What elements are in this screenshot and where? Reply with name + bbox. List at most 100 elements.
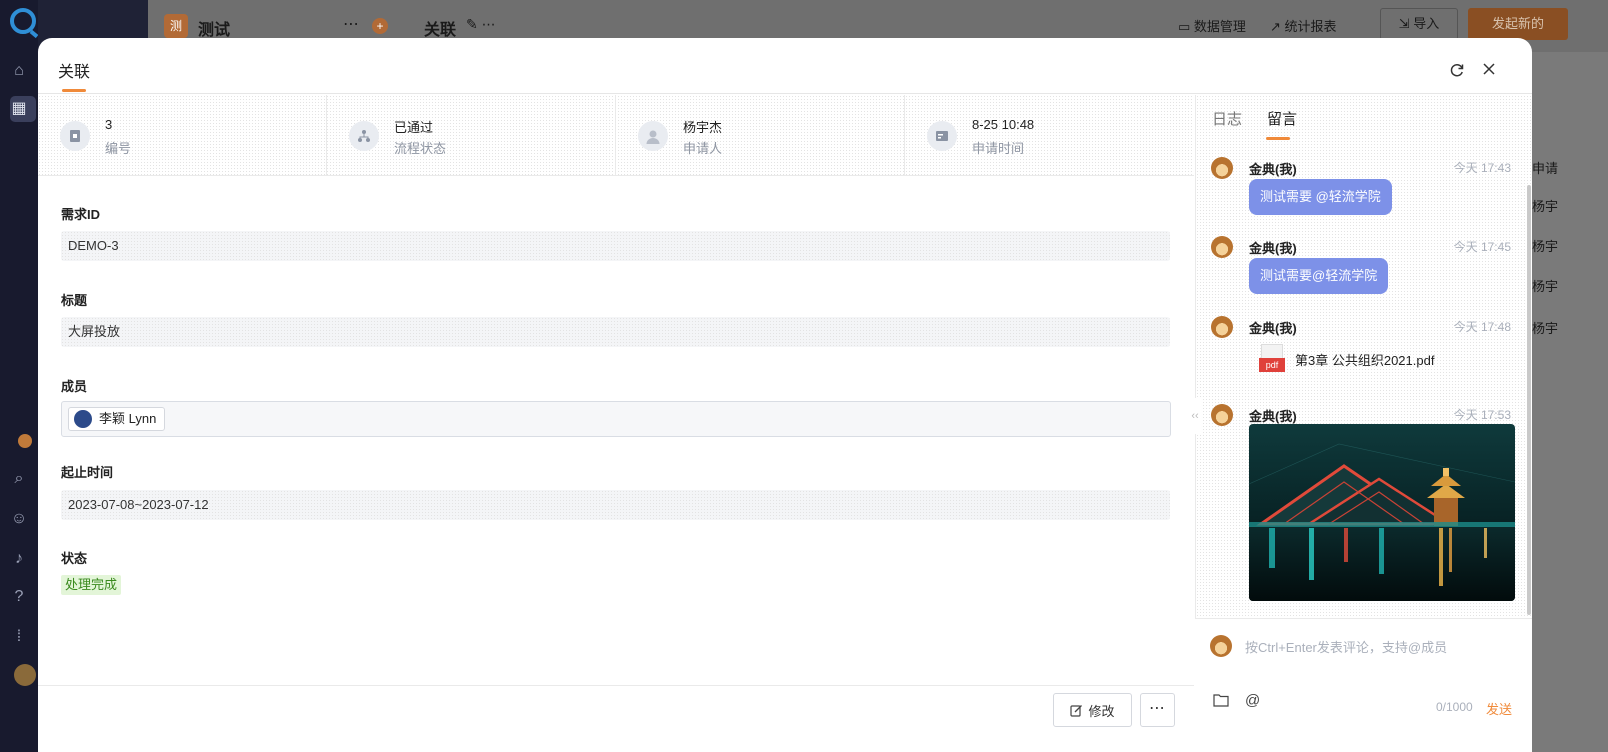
table-cell: 杨宇 [1532, 321, 1559, 336]
info-value: 已通过 [394, 120, 434, 135]
reports-link[interactable]: ↗ 统计报表 [1270, 16, 1337, 35]
apps-icon[interactable]: ⁞ [10, 628, 28, 646]
mention-icon[interactable]: @ [1245, 692, 1260, 709]
info-label: 流程状态 [394, 141, 447, 156]
current-user-avatar [1210, 635, 1232, 657]
data-manage-link[interactable]: ▭ 数据管理 [1178, 16, 1246, 35]
period-value: 2023-07-08~2023-07-12 [61, 490, 1170, 520]
user-avatar[interactable] [14, 664, 36, 686]
char-count: 0/1000 [1436, 700, 1473, 714]
info-apply-time: 8-25 10:48 申请时间 [905, 95, 1194, 176]
calendar-icon [927, 121, 957, 151]
table-cell: 杨宇 [1532, 279, 1559, 294]
active-tab-underline [1266, 137, 1290, 140]
members-field[interactable]: 李颖 Lynn [61, 401, 1171, 437]
comments-scrollbar[interactable] [1527, 185, 1531, 615]
pdf-file-icon: pdf [1259, 344, 1285, 374]
bell-icon[interactable]: ♪ [10, 550, 28, 568]
info-label: 编号 [105, 141, 132, 156]
tab-comments[interactable]: 留言 [1267, 108, 1297, 129]
comment-time: 今天 17:45 [1453, 240, 1511, 254]
info-strip: 3 编号 已通过 流程状态 杨宇杰 申请人 8-25 10:48 申请时间 [38, 95, 1194, 176]
info-value: 8-25 10:48 [972, 117, 1035, 132]
pdf-badge: pdf [1259, 358, 1285, 372]
period-label: 起止时间 [61, 465, 114, 480]
comment-author: 金典(我) [1249, 241, 1297, 256]
info-flow-status: 已通过 流程状态 [327, 95, 616, 176]
title-underline [62, 89, 86, 92]
table-cell: 申请 [1532, 161, 1559, 176]
member-name: 李颖 Lynn [99, 411, 157, 426]
status-badge: 处理完成 [61, 575, 122, 595]
image-attachment[interactable] [1249, 424, 1515, 601]
app-sidebar: ⌂ ▦ ⌕ ☺ ♪ ? ⁞ [0, 0, 38, 752]
project-add-icon[interactable]: + [372, 18, 388, 34]
user-icon [638, 121, 668, 151]
author-avatar [1211, 404, 1233, 426]
table-cell: 杨宇 [1532, 199, 1559, 214]
modal-header: 关联 [38, 38, 1532, 94]
info-label: 申请人 [683, 141, 723, 156]
req-id-value: DEMO-3 [61, 231, 1170, 261]
send-button[interactable]: 发送 [1486, 699, 1512, 718]
more-actions-button[interactable]: ⋯ [1140, 693, 1175, 727]
info-applicant: 杨宇杰 申请人 [616, 95, 905, 176]
comment-time: 今天 17:48 [1453, 320, 1511, 334]
refresh-icon[interactable] [1448, 62, 1466, 80]
view-settings-icon[interactable]: ✎ ⋯ [466, 16, 496, 33]
night-pavilion-image [1249, 424, 1515, 601]
new-record-button[interactable]: 发起新的 [1468, 8, 1568, 40]
status-label: 状态 [61, 551, 88, 566]
project-name[interactable]: 测试 [198, 16, 230, 40]
folder-icon[interactable] [1213, 693, 1229, 711]
info-id: 3 编号 [38, 95, 327, 176]
modal-footer [38, 685, 1194, 752]
comment-bubble: 测试需要 @轻流学院 [1249, 179, 1392, 215]
author-avatar [1211, 316, 1233, 338]
close-icon[interactable] [1480, 62, 1498, 80]
file-attachment[interactable]: pdf 第3章 公共组织2021.pdf [1259, 344, 1434, 374]
project-more-icon[interactable]: ⋯ [343, 14, 359, 34]
collapse-panel-handle[interactable]: ‹‹ [1188, 398, 1202, 434]
comment-time: 今天 17:43 [1453, 161, 1511, 175]
member-avatar [74, 410, 92, 428]
view-name: 关联 [424, 22, 457, 39]
title-label: 标题 [61, 293, 88, 308]
comment-author: 金典(我) [1249, 409, 1297, 424]
req-id-label: 需求ID [61, 207, 101, 222]
record-modal: 关联 3 编号 已通过 流程状态 杨宇杰 申请人 8-25 10:48 申请时间 [38, 38, 1532, 752]
logo-icon [10, 8, 36, 34]
comment-time: 今天 17:53 [1453, 408, 1511, 422]
comment-input[interactable] [1245, 635, 1515, 659]
comment-author: 金典(我) [1249, 162, 1297, 177]
comment-author: 金典(我) [1249, 321, 1297, 336]
members-label: 成员 [61, 379, 88, 394]
tab-log[interactable]: 日志 [1212, 108, 1242, 129]
file-name: 第3章 公共组织2021.pdf [1295, 352, 1435, 368]
edit-button[interactable]: 修改 [1053, 693, 1132, 727]
reports-label: 统计报表 [1284, 19, 1337, 34]
project-icon: 测 [164, 14, 188, 38]
data-manage-label: 数据管理 [1193, 19, 1246, 34]
import-label: 导入 [1413, 16, 1440, 31]
author-avatar [1211, 236, 1233, 258]
help-icon[interactable]: ? [10, 588, 28, 606]
comment-bubble: 测试需要@轻流学院 [1249, 258, 1389, 294]
add-app-icon[interactable] [18, 434, 32, 448]
flow-icon [349, 121, 379, 151]
app-logo [10, 8, 36, 34]
member-tag[interactable]: 李颖 Lynn [68, 407, 166, 431]
edit-icon [1070, 704, 1083, 717]
edit-label: 修改 [1088, 703, 1115, 719]
table-cell: 杨宇 [1532, 239, 1559, 254]
modal-title[interactable]: 关联 [58, 58, 90, 82]
grid-icon[interactable]: ▦ [10, 100, 28, 118]
info-label: 申请时间 [972, 141, 1025, 156]
home-icon[interactable]: ⌂ [10, 62, 28, 80]
author-avatar [1211, 157, 1233, 179]
id-badge-icon [60, 121, 90, 151]
comment-composer: @ 0/1000 发送 [1195, 618, 1532, 752]
search-icon[interactable]: ⌕ [10, 470, 28, 488]
contacts-icon[interactable]: ☺ [10, 510, 28, 528]
import-button[interactable]: ⇲ 导入 [1380, 8, 1458, 40]
